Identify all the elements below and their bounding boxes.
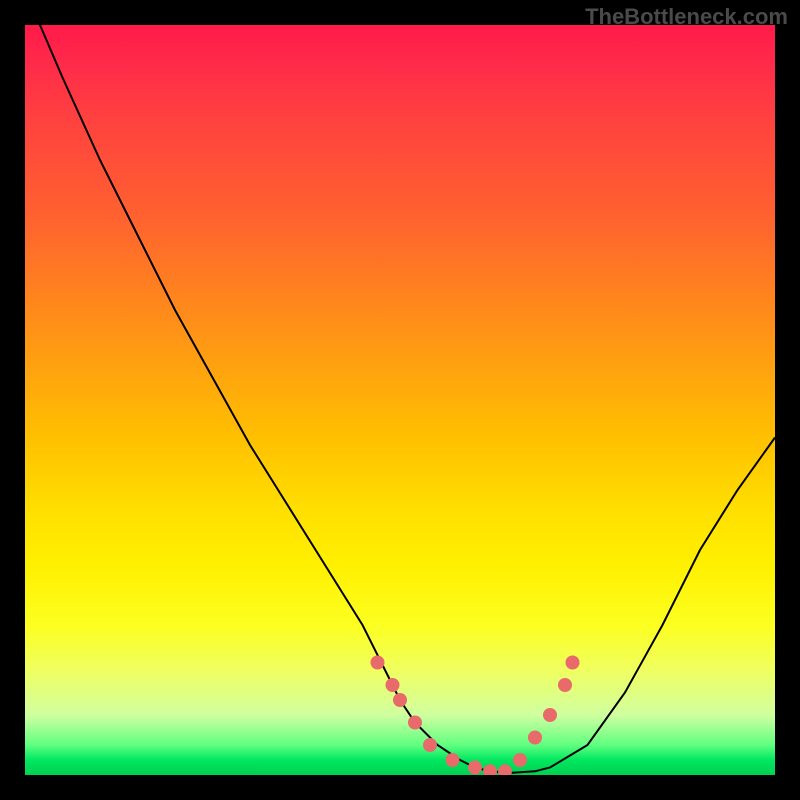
data-point (386, 678, 400, 692)
data-markers (371, 656, 580, 776)
data-point (446, 753, 460, 767)
plot-area (25, 25, 775, 775)
data-point (468, 761, 482, 775)
data-point (483, 764, 497, 775)
chart-svg (25, 25, 775, 775)
data-point (566, 656, 580, 670)
data-point (408, 716, 422, 730)
data-point (543, 708, 557, 722)
watermark-text: TheBottleneck.com (585, 4, 788, 30)
data-point (498, 764, 512, 775)
data-point (513, 753, 527, 767)
data-point (558, 678, 572, 692)
data-point (423, 738, 437, 752)
bottleneck-curve (25, 25, 775, 773)
data-point (371, 656, 385, 670)
data-point (393, 693, 407, 707)
data-point (528, 731, 542, 745)
